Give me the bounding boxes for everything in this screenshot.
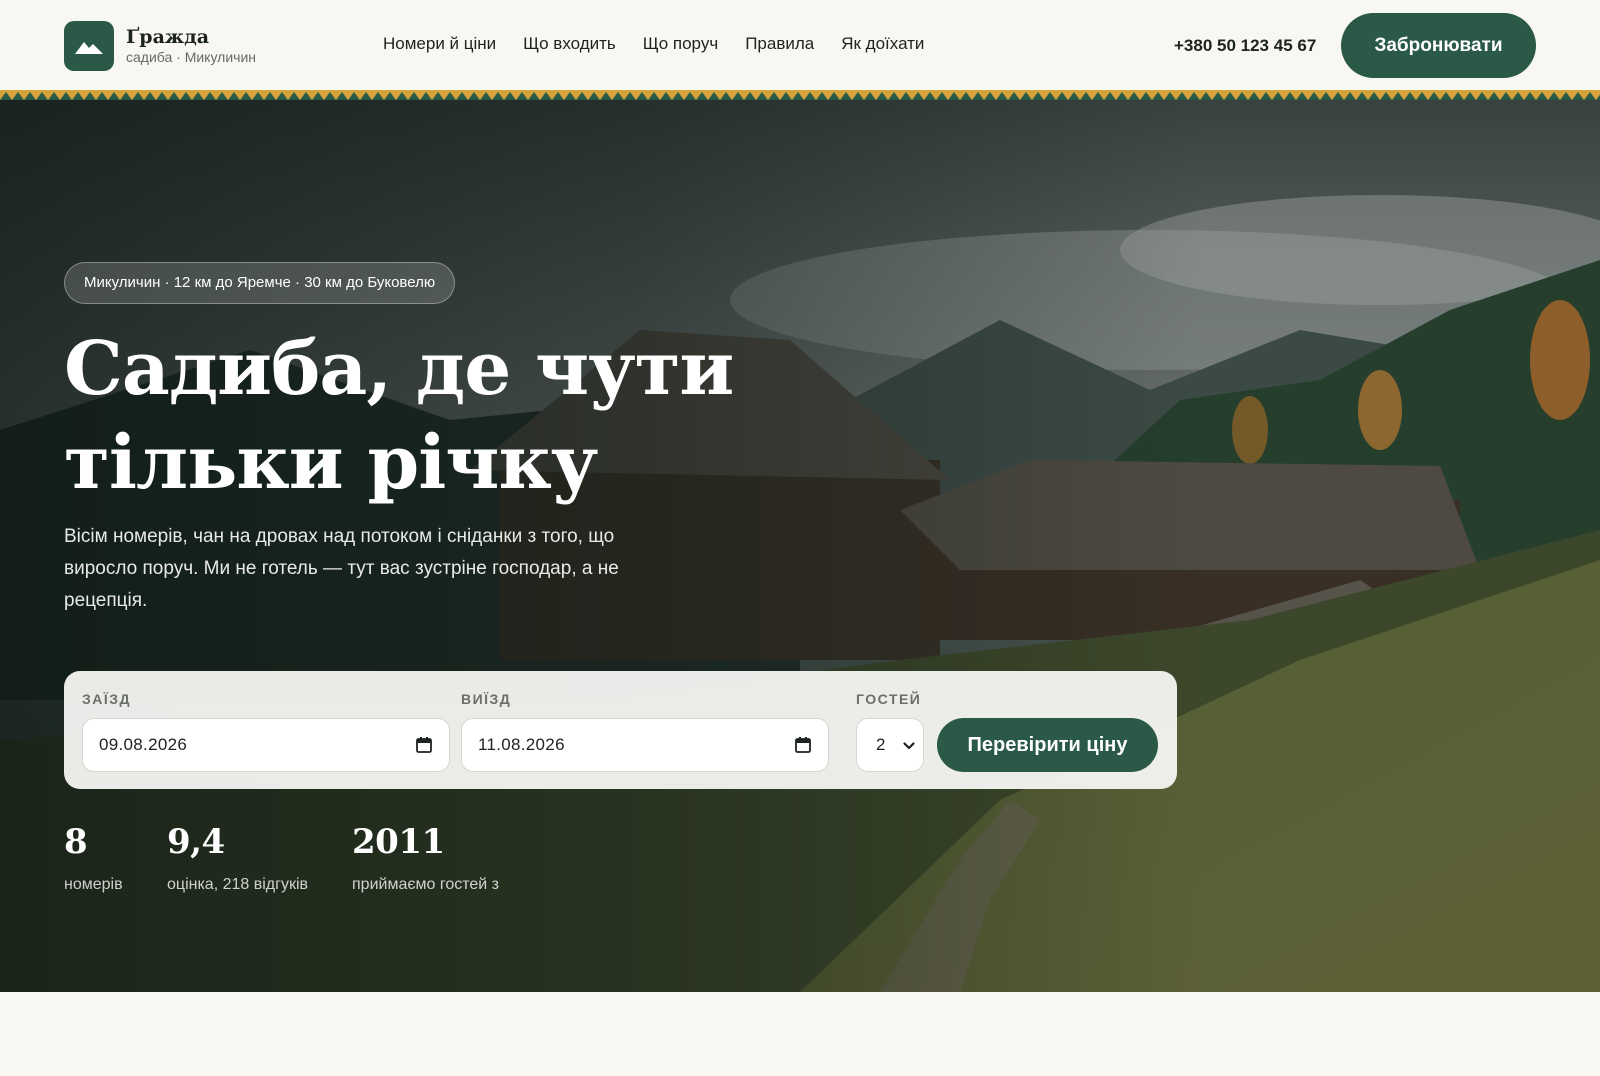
logo-text: Ґражда садиба · Микуличин [126,26,256,66]
guests-value: 2 [876,735,886,754]
checkin-value: 09.08.2026 [99,735,188,754]
hero-description: Вісім номерів, чан на дровах над потоком… [64,526,619,611]
stat-value: 8 [64,822,88,862]
hero-section: Микуличин · 12 км до Яремче · 30 км до Б… [0,100,1600,992]
check-price-button[interactable]: Перевірити ціну [937,718,1158,772]
nav-directions[interactable]: Як доїхати [841,32,924,56]
chevron-down-icon [903,742,915,750]
stat-label: оцінка, 218 відгуків [167,876,309,893]
phone-link[interactable]: +380 50 123 45 67 [1174,34,1316,58]
checkout-date-input[interactable]: 11.08.2026 [461,718,829,772]
logo[interactable]: Ґражда садиба · Микуличин [64,21,256,71]
stat-label: приймаємо гостей з [352,876,499,893]
location-badge: Микуличин · 12 км до Яремче · 30 км до Б… [64,262,456,304]
stat-rooms: 8 номерів [64,821,123,895]
hero-title-line-1: Садиба, де чути [64,326,734,412]
stat-value: 9,4 [167,822,225,862]
booking-form: ЗАЇЗД 09.08.2026 ВИЇЗД 11.08.2026 ГОСТЕЙ… [64,671,1177,789]
hero-title: Садиба, де чути тільки річку [64,322,764,510]
guests-label: ГОСТЕЙ [856,691,922,707]
ornament-border [0,90,1600,100]
checkout-label: ВИЇЗД [461,691,512,707]
stat-rating: 9,4 оцінка, 218 відгуків [167,821,308,895]
stat-label: номерів [64,876,123,893]
nav-included[interactable]: Що входить [523,32,616,56]
hero-title-line-2: тільки річку [64,420,598,506]
logo-subtitle: садиба · Микуличин [126,49,256,65]
checkin-date-input[interactable]: 09.08.2026 [82,718,450,772]
book-button[interactable]: Забронювати [1341,13,1536,78]
nav-rules[interactable]: Правила [745,32,814,56]
checkin-label: ЗАЇЗД [82,691,131,707]
guests-select[interactable]: 2 [856,718,924,772]
calendar-icon[interactable] [415,736,433,754]
mountain-icon [64,21,114,71]
logo-name: Ґражда [126,26,210,48]
stat-since: 2011 приймаємо гостей з [352,821,499,895]
stat-value: 2011 [352,822,445,862]
nav-nearby[interactable]: Що поруч [643,32,718,56]
main-nav: Номери й ціни Що входить Що поруч Правил… [383,32,924,56]
checkout-value: 11.08.2026 [478,735,565,754]
calendar-icon[interactable] [794,736,812,754]
nav-rooms-prices[interactable]: Номери й ціни [383,32,496,56]
site-header: Ґражда садиба · Микуличин Номери й ціни … [0,0,1600,92]
